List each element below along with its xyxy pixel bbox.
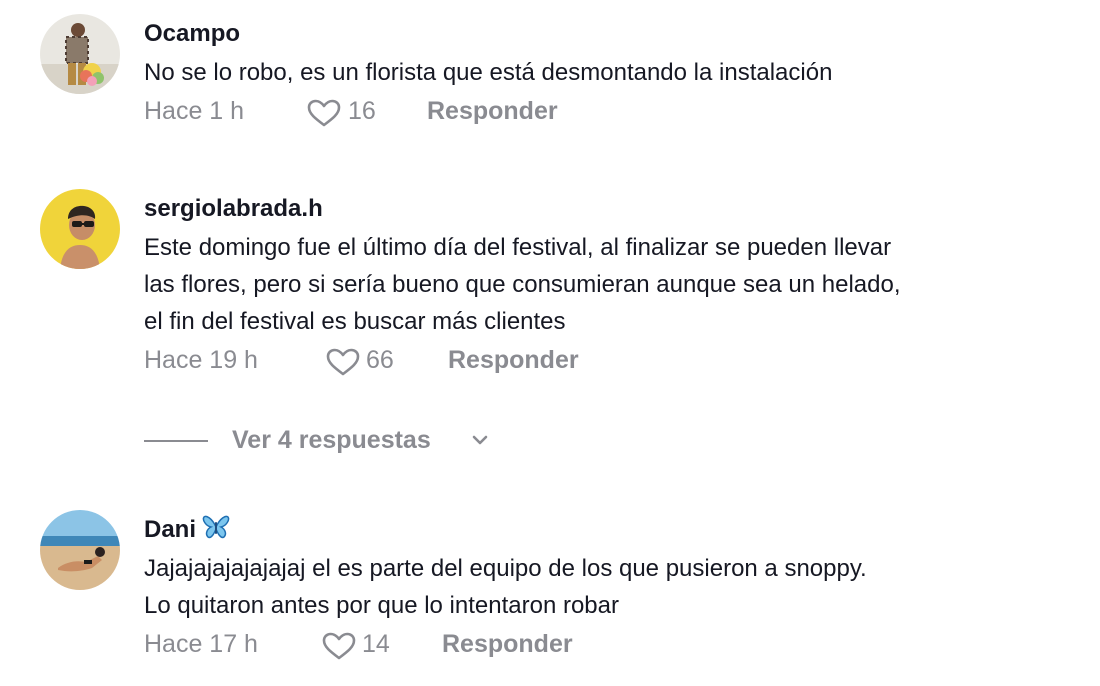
comment-text-line: Jajajajajajajajaj el es parte del equipo… <box>144 555 867 582</box>
heart-icon[interactable] <box>325 347 361 377</box>
beach-photo-avatar-icon <box>40 510 120 590</box>
username-text[interactable]: Dani <box>144 516 196 543</box>
comment-meta: Hace 17 h 14 Responder <box>144 624 867 664</box>
username[interactable]: Ocampo <box>144 18 832 50</box>
comment-text-line: las flores, pero si sería bueno que cons… <box>144 271 901 298</box>
username[interactable]: sergiolabrada.h <box>144 193 901 225</box>
comment-meta: Hace 19 h 66 Responder <box>144 340 901 380</box>
person-with-flowers-avatar-icon <box>40 14 120 94</box>
like-count: 14 <box>362 630 390 658</box>
reply-button[interactable]: Responder <box>427 91 558 131</box>
avatar[interactable] <box>40 189 120 269</box>
timestamp: Hace 1 h <box>144 97 245 125</box>
avatar[interactable] <box>40 510 120 590</box>
comment-text: No se lo robo, es un florista que está d… <box>144 54 832 91</box>
blue-butterfly-emoji-icon <box>202 514 230 549</box>
comment-text-line: Lo quitaron antes por que lo intentaron … <box>144 592 619 619</box>
username: Dani <box>144 514 867 546</box>
like-count: 16 <box>348 97 376 125</box>
comment-text-line: el fin del festival es buscar más client… <box>144 308 566 335</box>
divider-line <box>144 440 208 442</box>
chevron-down-icon[interactable] <box>470 430 490 450</box>
like-count: 66 <box>366 346 394 374</box>
comment-text-line: Este domingo fue el último día del festi… <box>144 234 892 261</box>
comment-text: Este domingo fue el último día del festi… <box>144 229 901 340</box>
heart-icon[interactable] <box>321 631 357 661</box>
comment-meta: Hace 1 h 16 Responder <box>144 91 832 131</box>
timestamp: Hace 17 h <box>144 630 258 658</box>
avatar[interactable] <box>40 14 120 94</box>
heart-icon[interactable] <box>306 98 342 128</box>
timestamp: Hace 19 h <box>144 346 258 374</box>
reply-button[interactable]: Responder <box>442 624 573 664</box>
reply-button[interactable]: Responder <box>448 340 579 380</box>
person-yellow-background-avatar-icon <box>40 189 120 269</box>
view-replies-button[interactable]: Ver 4 respuestas <box>232 420 431 460</box>
comment-text: Jajajajajajajajaj el es parte del equipo… <box>144 550 867 624</box>
comment-text-line: No se lo robo, es un florista que está d… <box>144 59 833 86</box>
